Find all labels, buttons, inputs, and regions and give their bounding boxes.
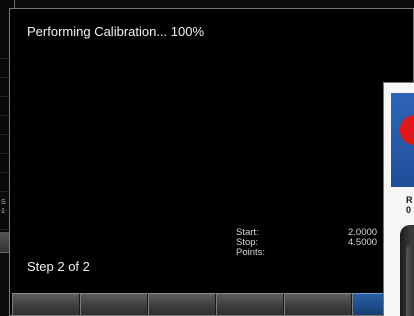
screen: S 1 Performing Calibration... 100% Start… xyxy=(0,0,414,316)
device-photo-text-line: 0 xyxy=(406,205,412,215)
softkey-bar: F xyxy=(10,293,413,315)
background-window-text-line: 1 xyxy=(1,208,5,215)
device-photo-text: R 0 xyxy=(406,195,413,215)
softkey-5[interactable] xyxy=(284,293,352,315)
calibration-progress-title: Performing Calibration... 100% xyxy=(27,24,205,39)
points-label: Points: xyxy=(236,247,266,258)
softkey-3[interactable] xyxy=(148,293,216,315)
device-grip xyxy=(406,245,414,316)
device-photo-text-line: R xyxy=(406,195,413,205)
stop-value: 4.5000 xyxy=(348,237,378,248)
step-indicator: Step 2 of 2 xyxy=(27,259,90,274)
softkey-2[interactable] xyxy=(80,293,148,315)
softkey-4[interactable] xyxy=(216,293,284,315)
sweep-parameter-labels: Start: Stop: Points: xyxy=(236,228,265,258)
background-window-text: S 1 xyxy=(1,198,6,216)
calibration-dialog: Performing Calibration... 100% Start: St… xyxy=(9,8,414,316)
sweep-parameter-values: 2.0000 4.5000 xyxy=(348,228,377,248)
background-window-text-line: S xyxy=(1,199,6,206)
softkey-1[interactable] xyxy=(12,293,80,315)
device-photo: R 0 xyxy=(383,82,414,316)
